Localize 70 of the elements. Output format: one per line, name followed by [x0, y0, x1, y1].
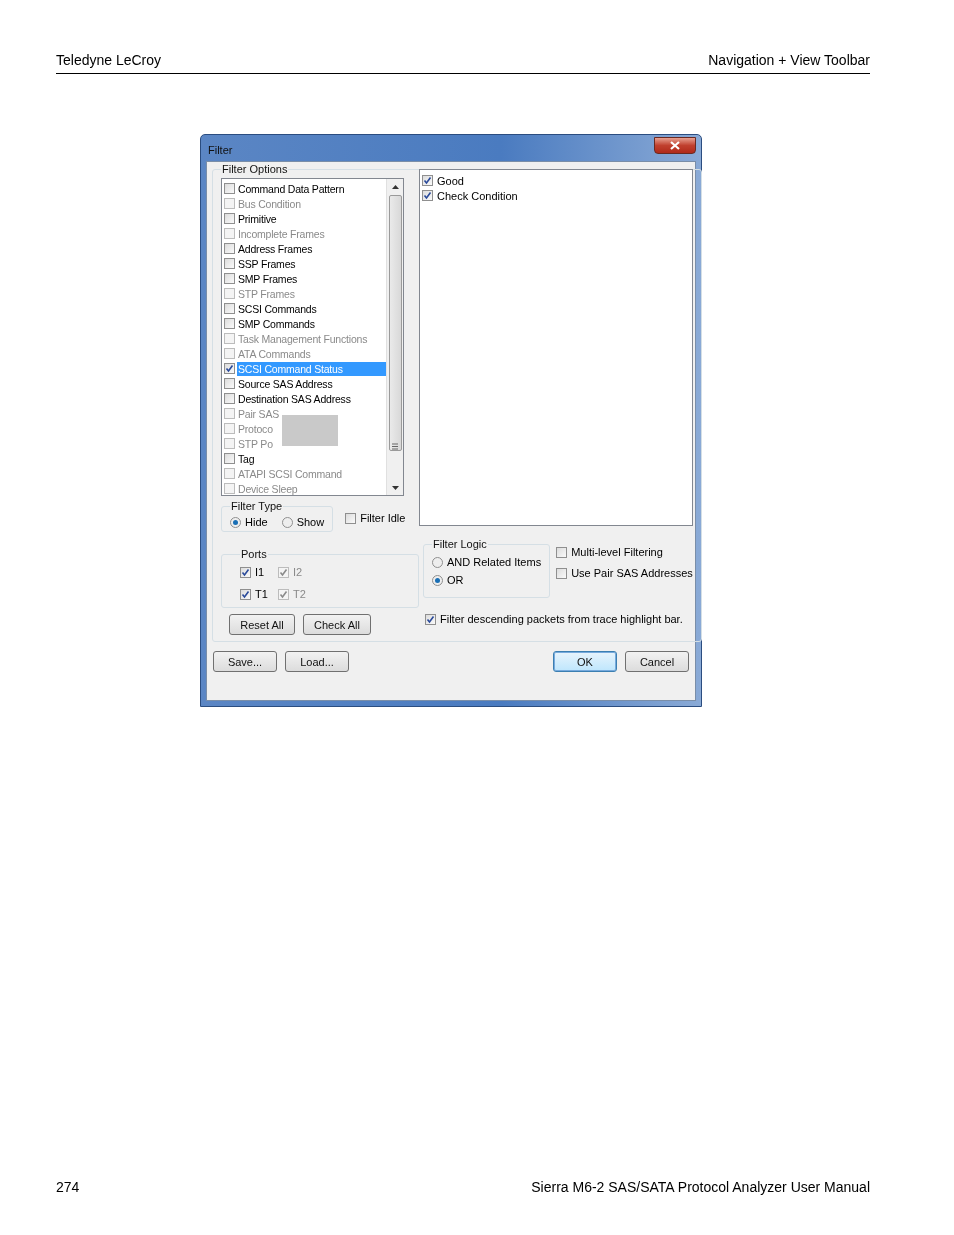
page-number: 274	[56, 1179, 80, 1195]
footer-text: Sierra M6-2 SAS/SATA Protocol Analyzer User Manual	[531, 1179, 870, 1195]
list-item[interactable]: Command Data Pattern	[237, 181, 346, 196]
radio-button[interactable]	[432, 556, 443, 568]
group-label: Filter Options	[221, 163, 289, 175]
list-item[interactable]: Source SAS Address	[237, 376, 334, 391]
close-button[interactable]	[654, 136, 696, 154]
header-text: Teledyne LeCroy	[56, 52, 162, 68]
down-arrow-icon[interactable]	[391, 486, 399, 490]
list-item[interactable]: SCSI Commands	[237, 301, 318, 316]
checkbox[interactable]	[224, 213, 235, 224]
checkbox-label: I1	[255, 566, 265, 578]
action-button[interactable]: OK	[553, 651, 617, 672]
checkbox[interactable]	[556, 546, 568, 558]
checkbox-label: Check Condition	[437, 189, 518, 202]
list-item[interactable]: Primitive	[237, 211, 278, 226]
checkbox-label: Multi-level Filtering	[571, 546, 663, 558]
list-item[interactable]: Tag	[237, 451, 256, 466]
scroll-thumb[interactable]	[388, 195, 402, 451]
checkbox-label: Filter Idle	[360, 512, 406, 524]
window-title: Filter	[207, 144, 233, 156]
checkbox[interactable]	[224, 258, 235, 269]
checkbox-label: T1	[255, 588, 268, 600]
option-label: Hide	[245, 516, 268, 528]
checkbox-label: T2	[293, 588, 306, 600]
list-item[interactable]: SMP Commands	[237, 316, 316, 331]
list-item[interactable]: Destination SAS Address	[237, 391, 352, 406]
radio-button[interactable]	[281, 516, 293, 528]
option-label: Show	[296, 516, 325, 528]
checkbox[interactable]	[224, 318, 235, 329]
checkbox[interactable]	[224, 378, 235, 389]
action-button[interactable]: Cancel	[625, 651, 689, 672]
scroll-bar[interactable]	[386, 179, 403, 495]
checkbox-label: Use Pair SAS Addresses	[571, 567, 693, 579]
close-icon	[669, 140, 681, 150]
checkbox[interactable]	[224, 363, 235, 374]
checkbox[interactable]	[224, 393, 235, 404]
checkbox[interactable]	[345, 512, 357, 524]
action-button[interactable]: Reset All	[229, 614, 295, 635]
checkbox[interactable]	[224, 273, 235, 284]
list-item[interactable]: SSP Frames	[237, 256, 297, 271]
list-item[interactable]: SMP Frames	[237, 271, 299, 286]
checkbox[interactable]	[240, 566, 251, 578]
option-label: AND Related Items	[447, 556, 542, 568]
up-arrow-icon[interactable]	[391, 185, 399, 189]
header-text: Navigation + View Toolbar	[708, 52, 870, 68]
checkbox[interactable]	[425, 613, 436, 625]
action-button[interactable]: Save...	[213, 651, 277, 672]
radio-button[interactable]	[432, 574, 443, 586]
group-label: Filter Type	[230, 500, 284, 512]
grip-icon	[392, 443, 398, 450]
checkbox[interactable]	[224, 243, 235, 254]
radio-button[interactable]	[230, 516, 241, 528]
checkbox[interactable]	[240, 588, 251, 600]
checkbox[interactable]	[422, 175, 433, 186]
group-label: Filter Logic	[432, 538, 488, 550]
action-button[interactable]: Check All	[303, 614, 371, 635]
checkbox-label: I2	[293, 566, 303, 578]
checkbox[interactable]	[422, 190, 433, 201]
list-item[interactable]: Address Frames	[237, 241, 314, 256]
checkbox[interactable]	[224, 453, 235, 464]
checkbox[interactable]	[224, 303, 235, 314]
checkbox[interactable]	[556, 567, 568, 579]
action-button[interactable]: Load...	[285, 651, 349, 672]
checkbox[interactable]	[224, 183, 235, 194]
option-label: OR	[447, 574, 464, 586]
group-label: Ports	[240, 548, 268, 560]
cover-patch	[282, 415, 338, 446]
checkbox-label: Filter descending packets from trace highlight bar.	[440, 613, 683, 625]
checkbox-label: Good	[437, 174, 464, 187]
